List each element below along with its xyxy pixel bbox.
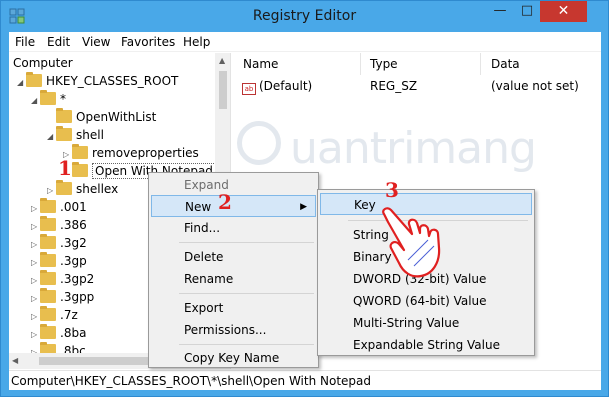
tree-root-computer[interactable]: Computer bbox=[13, 54, 73, 72]
ctx-expand[interactable]: Expand bbox=[151, 174, 316, 196]
tree-node-label: .3gp bbox=[60, 254, 87, 268]
submenu-qword-value[interactable]: QWORD (64-bit) Value bbox=[320, 290, 532, 312]
folder-icon bbox=[40, 198, 56, 213]
folder-icon bbox=[72, 144, 88, 159]
status-bar: Computer\HKEY_CLASSES_ROOT\*\shell\Open … bbox=[9, 370, 601, 390]
ctx-delete[interactable]: Delete bbox=[151, 246, 316, 268]
menu-separator bbox=[179, 344, 314, 345]
tree-toggle-icon[interactable]: ◢ bbox=[17, 74, 26, 92]
step-marker-2: 2 bbox=[218, 190, 232, 214]
tree-node[interactable]: ▷ shellex bbox=[47, 180, 118, 198]
ctx-copy-key-name[interactable]: Copy Key Name bbox=[151, 347, 316, 369]
folder-icon bbox=[40, 216, 56, 231]
folder-icon bbox=[56, 180, 72, 195]
minimize-button[interactable]: — bbox=[486, 1, 514, 22]
column-header-data[interactable]: Data bbox=[491, 57, 520, 71]
menu-help[interactable]: Help bbox=[183, 35, 210, 49]
tree-node-label: * bbox=[60, 92, 66, 106]
menu-edit[interactable]: Edit bbox=[47, 35, 70, 49]
tree-node[interactable]: OpenWithList bbox=[47, 108, 156, 126]
tree-node-label: .7z bbox=[60, 308, 78, 322]
watermark-text: uantrimang bbox=[290, 123, 537, 174]
menu-bar: File Edit View Favorites Help bbox=[9, 32, 601, 52]
folder-icon bbox=[40, 288, 56, 303]
tree-node-label: .3gpp bbox=[60, 290, 95, 304]
folder-icon bbox=[40, 324, 56, 339]
scroll-left-icon[interactable]: ◀ bbox=[12, 356, 18, 365]
tree-node-label: shellex bbox=[76, 182, 119, 196]
tree-node[interactable]: ▷ .7z bbox=[31, 306, 78, 324]
value-row-data: (value not set) bbox=[491, 79, 579, 93]
submenu-arrow-icon: ▶ bbox=[300, 202, 307, 212]
tree-toggle-icon[interactable]: ◢ bbox=[47, 128, 56, 146]
title-bar[interactable]: Registry Editor — □ ✕ bbox=[1, 1, 608, 31]
tree-toggle-icon[interactable]: ◢ bbox=[31, 92, 40, 110]
tree-node[interactable]: ▷ .8ba bbox=[31, 324, 86, 342]
tree-node-label: HKEY_CLASSES_ROOT bbox=[46, 74, 179, 88]
tree-node-label: .3g2 bbox=[60, 236, 87, 250]
value-row-type: REG_SZ bbox=[370, 79, 418, 93]
menu-favorites[interactable]: Favorites bbox=[121, 35, 175, 49]
tree-node-label: .3gp2 bbox=[60, 272, 95, 286]
tree-node[interactable]: ◢ HKEY_CLASSES_ROOT bbox=[17, 72, 178, 90]
scroll-thumb-horizontal[interactable] bbox=[39, 357, 157, 365]
scroll-up-icon[interactable]: ▲ bbox=[219, 56, 225, 65]
folder-icon bbox=[40, 252, 56, 267]
tree-node[interactable]: ◢ * bbox=[31, 90, 66, 108]
tree-node-label: .386 bbox=[60, 218, 87, 232]
ctx-new[interactable]: New ▶ bbox=[151, 195, 316, 217]
tree-node[interactable]: ◢ shell bbox=[47, 126, 104, 144]
folder-icon bbox=[56, 108, 72, 123]
column-header-name[interactable]: Name bbox=[243, 57, 278, 71]
tree-node-label: OpenWithList bbox=[76, 110, 157, 124]
folder-icon bbox=[72, 162, 88, 177]
watermark-logo-icon bbox=[237, 121, 281, 165]
folder-icon bbox=[40, 90, 56, 105]
ctx-permissions[interactable]: Permissions... bbox=[151, 319, 316, 341]
folder-icon bbox=[26, 72, 42, 87]
tree-node[interactable]: ▷ .3gpp bbox=[31, 288, 94, 306]
pointing-hand-cursor-icon bbox=[382, 207, 441, 278]
step-marker-1: 1 bbox=[58, 156, 72, 180]
scroll-thumb[interactable] bbox=[219, 71, 227, 109]
step-marker-3: 3 bbox=[385, 178, 399, 202]
value-row-name[interactable]: ab (Default) bbox=[242, 79, 312, 95]
submenu-expandable-string-value[interactable]: Expandable String Value bbox=[320, 334, 532, 356]
menu-separator bbox=[179, 293, 314, 294]
tree-node[interactable]: ▷ .3gp2 bbox=[31, 270, 94, 288]
column-divider[interactable] bbox=[360, 53, 361, 75]
folder-icon bbox=[40, 234, 56, 249]
tree-node[interactable]: ▷ .3gp bbox=[31, 252, 87, 270]
tree-node-label: .8ba bbox=[60, 326, 87, 340]
status-path: Computer\HKEY_CLASSES_ROOT\*\shell\Open … bbox=[11, 374, 371, 388]
menu-file[interactable]: File bbox=[15, 35, 35, 49]
folder-icon bbox=[40, 306, 56, 321]
ctx-rename[interactable]: Rename bbox=[151, 268, 316, 290]
column-header-type[interactable]: Type bbox=[370, 57, 398, 71]
column-divider[interactable] bbox=[480, 53, 481, 75]
tree-node[interactable]: ▷ .001 bbox=[31, 198, 87, 216]
tree-node[interactable]: ▷ .386 bbox=[31, 216, 87, 234]
tree-node[interactable]: ▷ removeproperties bbox=[63, 144, 199, 162]
tree-node-label: shell bbox=[76, 128, 104, 142]
menu-view[interactable]: View bbox=[82, 35, 110, 49]
ctx-export[interactable]: Export bbox=[151, 297, 316, 319]
submenu-multi-string-value[interactable]: Multi-String Value bbox=[320, 312, 532, 334]
maximize-button[interactable]: □ bbox=[514, 1, 540, 22]
tree-context-menu: Expand New ▶ Find... Delete Rename Export… bbox=[148, 172, 319, 368]
menu-separator bbox=[179, 242, 314, 243]
tree-node-label: removeproperties bbox=[92, 146, 199, 160]
close-button[interactable]: ✕ bbox=[540, 1, 587, 22]
folder-icon bbox=[56, 126, 72, 141]
tree-node[interactable]: ▷ .3g2 bbox=[31, 234, 87, 252]
tree-node-label: .001 bbox=[60, 200, 87, 214]
folder-icon bbox=[40, 270, 56, 285]
string-value-icon: ab bbox=[242, 83, 256, 95]
ctx-find[interactable]: Find... bbox=[151, 217, 316, 239]
